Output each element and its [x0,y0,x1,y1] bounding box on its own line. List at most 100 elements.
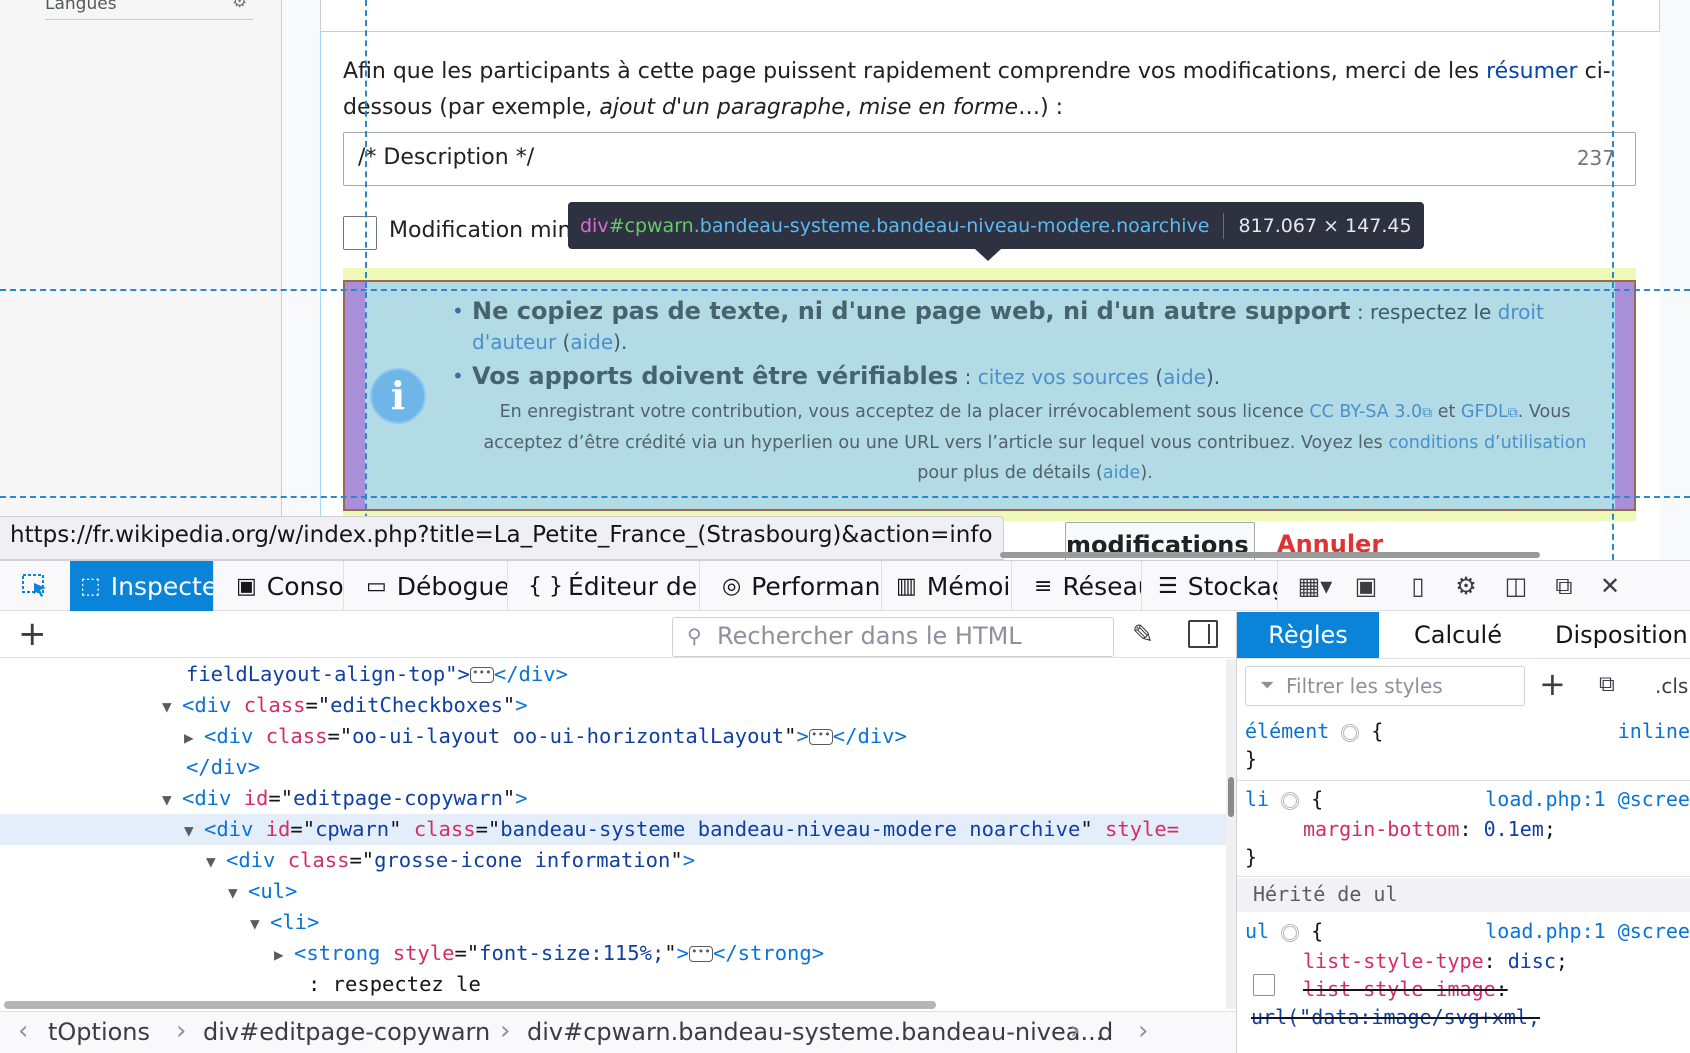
tab-storage[interactable]: ☰ Stockage [1148,561,1278,611]
chevron-right-icon[interactable]: › [1138,1016,1148,1046]
expand-twisty[interactable]: ▼ [228,877,248,908]
property-toggle-checkbox[interactable] [1253,974,1275,996]
markup-node[interactable]: ▼ <div class="editCheckboxes"> [0,690,1226,721]
status-url-bar: https://fr.wikipedia.org/w/index.php?tit… [0,516,1004,560]
help-link[interactable]: aide [1103,463,1140,483]
css-property[interactable]: margin-bottom [1303,817,1460,841]
markup-node[interactable]: </div> [0,752,1226,783]
console-split-icon[interactable]: ▣ [1344,561,1388,611]
rule-selector[interactable]: élément [1245,719,1329,743]
scrollbar-thumb[interactable] [1228,777,1234,817]
filter-styles-input[interactable]: ⏷ Filtrer les styles [1245,666,1525,706]
expand-twisty[interactable]: ▼ [162,784,182,815]
element-picker-button[interactable] [0,561,70,611]
gear-icon[interactable] [1341,723,1360,742]
markup-node[interactable]: ▶ <strong style="font-size:115%;"> ••• </st… [0,938,1226,969]
help-link[interactable]: aide [1163,365,1206,389]
breadcrumb-item[interactable]: tOptions [48,1018,150,1046]
rule-source[interactable]: load.php:1 @screen [1485,784,1690,814]
expand-twisty[interactable]: ▼ [162,691,182,722]
expand-twisty[interactable]: ▼ [184,815,204,846]
help-link[interactable]: aide [570,330,613,354]
tab-style-editor[interactable]: { }Éditeur de style [518,561,700,611]
breadcrumb-item[interactable]: d [1098,1018,1113,1046]
rule-close: } [1245,845,1258,869]
tab-network[interactable]: ≡ Réseau [1024,561,1142,611]
markup-node-selected[interactable]: ▼ <div id="cpwarn" class="bandeau-systeme… [0,814,1226,845]
responsive-mode-icon[interactable]: ▯ [1396,561,1440,611]
summary-input[interactable]: /* Description */ 237 [343,132,1636,186]
tab-debugger[interactable]: ▭ Débogueur [356,561,508,611]
add-rule-icon[interactable]: + [1539,668,1566,700]
minor-edit-checkbox[interactable] [343,216,377,250]
cc-by-sa-link[interactable]: CC BY-SA 3.0 [1309,402,1422,422]
breadcrumb-item[interactable]: div#editpage-copywarn [203,1018,490,1046]
frame-select-icon[interactable]: ▦▾ [1288,561,1342,611]
markup-view: fieldLayout-align-top"> ••• </div> ▼ <div c… [0,659,1226,999]
node-infobar-tooltip: div #cpwarn .bandeau-systeme.bandeau-nivea… [568,202,1424,249]
css-property[interactable]: list-style-type [1303,949,1484,973]
markup-vertical-scrollbar[interactable] [1226,659,1236,1009]
rule-source[interactable]: load.php:1 @screen [1485,916,1690,946]
markup-node[interactable]: ▼ <div id="editpage-copywarn"> [0,783,1226,814]
cite-sources-link[interactable]: citez vos sources [978,365,1149,389]
license-text: ). [1140,463,1153,483]
markup-node[interactable]: : respectez le [0,969,1226,999]
tab-inspector[interactable]: ⬚ Inspecteur [70,561,214,611]
tab-label: Débogueur [396,571,507,601]
add-node-icon[interactable]: + [18,616,47,652]
separate-window-icon[interactable]: ⧉ [1542,561,1586,611]
collapse-twisty[interactable]: ▶ [274,939,294,970]
tab-memory[interactable]: ▥ Mémoire [886,561,1012,611]
rule-selector[interactable]: li [1245,787,1269,811]
gear-icon[interactable] [1281,923,1300,942]
horizontal-scrollbar[interactable] [1000,552,1540,558]
tab-console[interactable]: ▣ Console [226,561,344,611]
summary-link[interactable]: résumer [1486,59,1578,84]
terms-link[interactable]: conditions d’utilisation [1388,433,1586,453]
css-value-disabled[interactable]: url("data:image/svg+xml, [1251,1005,1540,1029]
tab-layout[interactable]: Disposition [1537,612,1690,658]
wikitext-editor-bottom[interactable] [320,0,1660,32]
eyedropper-icon[interactable]: ✎ [1132,620,1154,650]
settings-icon[interactable]: ⚙ [1444,561,1488,611]
markup-node[interactable]: ▼ <ul> [0,876,1226,907]
guide-line-horizontal [0,496,1690,498]
gear-icon[interactable] [1281,791,1300,810]
minor-edit-label[interactable]: Modification min [389,218,572,243]
html-search-input[interactable]: ⚲ Rechercher dans le HTML [672,617,1114,657]
collapsed-ellipsis[interactable]: ••• [688,946,713,962]
markup-horizontal-scrollbar[interactable] [4,1001,936,1009]
gfdl-link[interactable]: GFDL [1461,402,1508,422]
tab-rules[interactable]: Règles [1237,612,1379,658]
print-simulation-icon[interactable]: ⧉ [1599,672,1615,697]
storage-icon: ☰ [1158,573,1178,599]
collapsed-ellipsis[interactable]: ••• [469,667,494,683]
close-icon[interactable]: ✕ [1588,561,1632,611]
rule-source[interactable]: inline [1618,716,1690,746]
dock-side-icon[interactable]: ◫ [1494,561,1538,611]
devtools-toolbar: ⬚ Inspecteur ▣ Console ▭ Débogueur { }Édite… [0,561,1690,611]
tab-computed[interactable]: Calculé [1387,612,1529,658]
css-value[interactable]: disc [1508,949,1556,973]
markup-node[interactable]: fieldLayout-align-top"> ••• </div> [0,659,1226,690]
chevron-left-icon[interactable]: ‹ [18,1016,28,1046]
breadcrumb-item-selected[interactable]: div#cpwarn.bandeau-systeme.bandeau-nivea… [527,1018,1103,1046]
rule-selector[interactable]: ul [1245,919,1269,943]
markup-node[interactable]: ▼ <li> [0,907,1226,938]
sidebar-langs-heading[interactable]: Langues [45,0,117,14]
markup-node[interactable]: ▼ <div class="grosse-icone information"> [0,845,1226,876]
expand-twisty[interactable]: ▼ [206,846,226,877]
tab-performance[interactable]: ◎ Performances [712,561,882,611]
gear-icon[interactable]: ⚙ [232,0,247,12]
toggle-sidebar-icon[interactable] [1188,620,1218,648]
collapsed-ellipsis[interactable]: ••• [808,729,833,745]
css-property-disabled[interactable]: list-style-image [1303,977,1496,1001]
collapse-twisty[interactable]: ▶ [184,722,204,753]
summary-input-value[interactable]: /* Description */ [358,145,534,170]
css-value[interactable]: 0.1em [1484,817,1544,841]
markup-node[interactable]: ▶ <div class="oo-ui-layout oo-ui-horizont… [0,721,1226,752]
external-link-icon: ⧉ [1507,405,1518,421]
class-toggle-button[interactable]: .cls [1655,674,1688,698]
expand-twisty[interactable]: ▼ [250,908,270,939]
